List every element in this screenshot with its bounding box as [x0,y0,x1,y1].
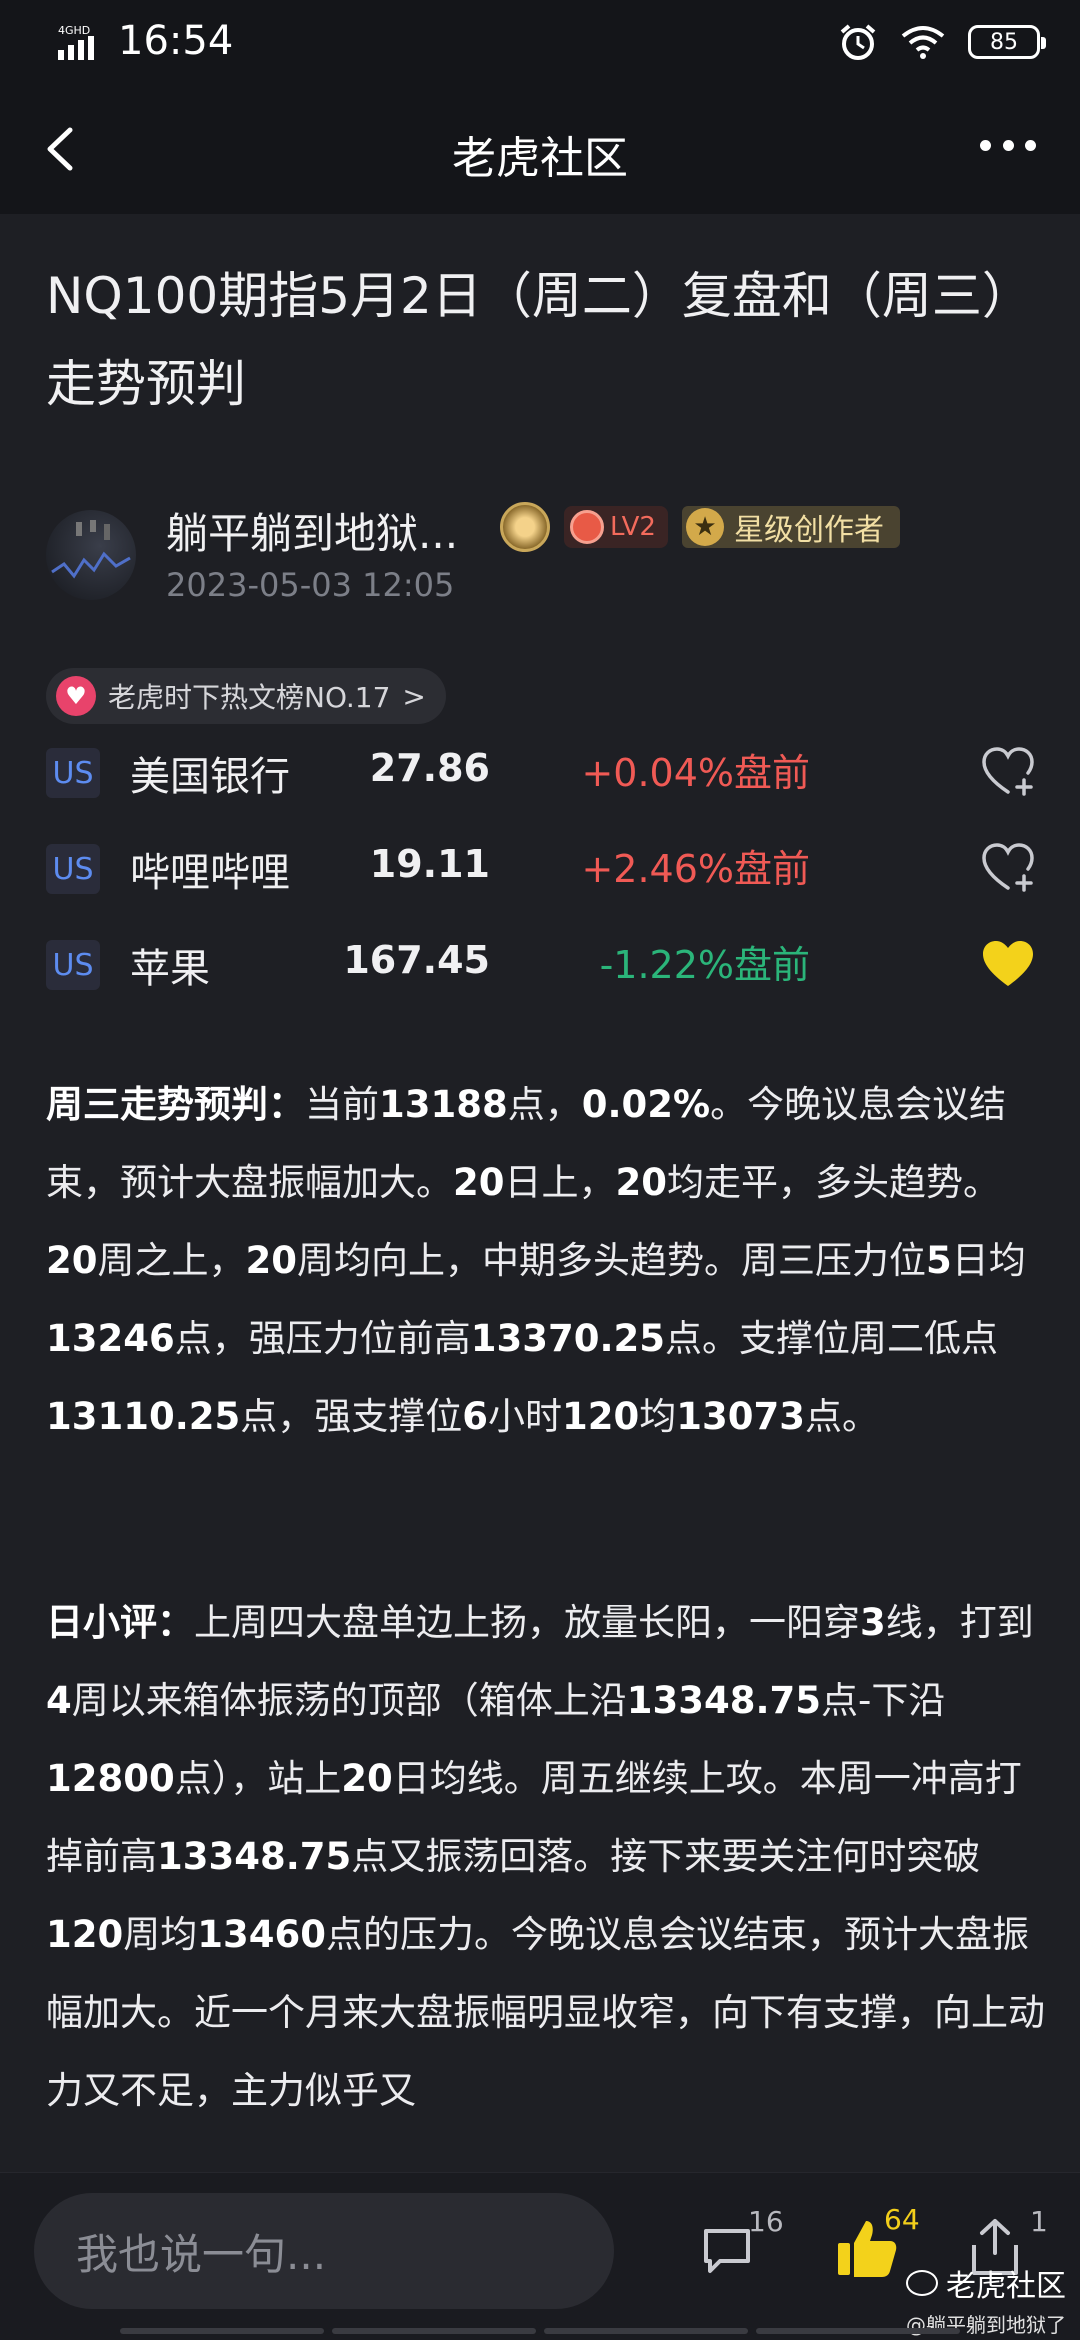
bottom-action-bar: 我也说一句... 16 64 1 老虎社区 @躺平躺到地狱了 [0,2172,1080,2340]
article-paragraph: 日小评：上周四大盘单边上扬，放量长阳，一阳穿3线，打到4周以来箱体振荡的顶部（箱… [46,1601,1045,2112]
avatar[interactable] [46,510,136,600]
paragraph-heading: 周三走势预判： [46,1083,305,1126]
alarm-icon [840,24,876,60]
stock-price: 27.86 [369,746,490,790]
share-count: 1 [1030,2205,1048,2238]
comment-icon[interactable] [700,2223,754,2277]
watchlisted-heart-icon[interactable] [980,938,1036,990]
comment-input[interactable]: 我也说一句... [34,2193,614,2309]
stock-change: -1.22%盘前 [599,943,810,987]
signal-icon: 4GHD [58,24,94,60]
stock-price: 167.45 [343,938,490,982]
stock-change: +0.04%盘前 [581,751,810,795]
watermark: 老虎社区 @躺平躺到地狱了 [906,2261,1066,2338]
status-icons: 85 [838,20,1046,64]
watermark-label: 老虎社区 [946,2269,1066,2304]
hot-rank-tag[interactable]: ♥ 老虎时下热文榜NO.17 > [46,668,446,724]
author-name[interactable]: 躺平躺到地狱... [166,500,458,561]
page-title: 老虎社区 [452,133,628,184]
add-watchlist-heart-icon[interactable] [980,842,1036,894]
gesture-bar [120,2328,960,2338]
add-watchlist-heart-icon[interactable] [980,746,1036,798]
paragraph-heading: 日小评： [46,1601,194,1644]
hot-rank-label: 老虎时下热文榜NO.17 [108,681,391,714]
chevron-right-icon: > [402,679,426,713]
stock-row[interactable]: US 哔哩哔哩 19.11 +2.46%盘前 [46,828,1036,908]
medal-icon [500,502,550,552]
weibo-icon [906,2270,938,2296]
author-badges: LV2 ★ 星级创作者 [500,502,900,552]
author-block[interactable]: 躺平躺到地狱... LV2 ★ 星级创作者 2023-05-03 12:05 [46,492,1046,612]
stock-name: 苹果 [130,946,210,992]
star-creator-label: 星级创作者 [733,513,884,548]
wifi-icon [901,26,945,59]
star-creator-badge: ★ 星级创作者 [681,506,900,548]
like-count: 64 [884,2203,920,2236]
battery-indicator: 85 [968,25,1046,59]
level-badge: LV2 [564,506,668,548]
fire-icon: ♥ [56,676,96,716]
stock-change: +2.46%盘前 [581,847,810,891]
stock-name: 哔哩哔哩 [130,850,290,896]
svg-text:4GHD: 4GHD [58,24,90,37]
star-icon: ★ [685,508,724,546]
comment-count: 16 [748,2205,784,2238]
market-badge: US [46,940,100,990]
stock-row[interactable]: US 苹果 167.45 -1.22%盘前 [46,924,1036,1004]
market-badge: US [46,844,100,894]
nav-bar: 老虎社区 [0,84,1080,214]
post-date: 2023-05-03 12:05 [166,566,455,604]
status-bar: 4GHD 16:54 85 [0,0,1080,84]
article-paragraph: 周三走势预判：当前13188点，0.02%。今晚议息会议结束，预计大盘振幅加大。… [46,1083,1026,1438]
more-menu-icon[interactable] [980,140,1036,156]
stock-row[interactable]: US 美国银行 27.86 +0.04%盘前 [46,732,1036,812]
level-label: LV2 [610,512,656,542]
market-badge: US [46,748,100,798]
stock-price: 19.11 [369,842,490,886]
article-title: NQ100期指5月2日（周二）复盘和（周三）走势预判 [46,267,1032,413]
status-time: 16:54 [118,18,234,64]
stock-name: 美国银行 [130,754,290,800]
level-gem-icon [570,510,604,544]
battery-level: 85 [990,29,1018,55]
